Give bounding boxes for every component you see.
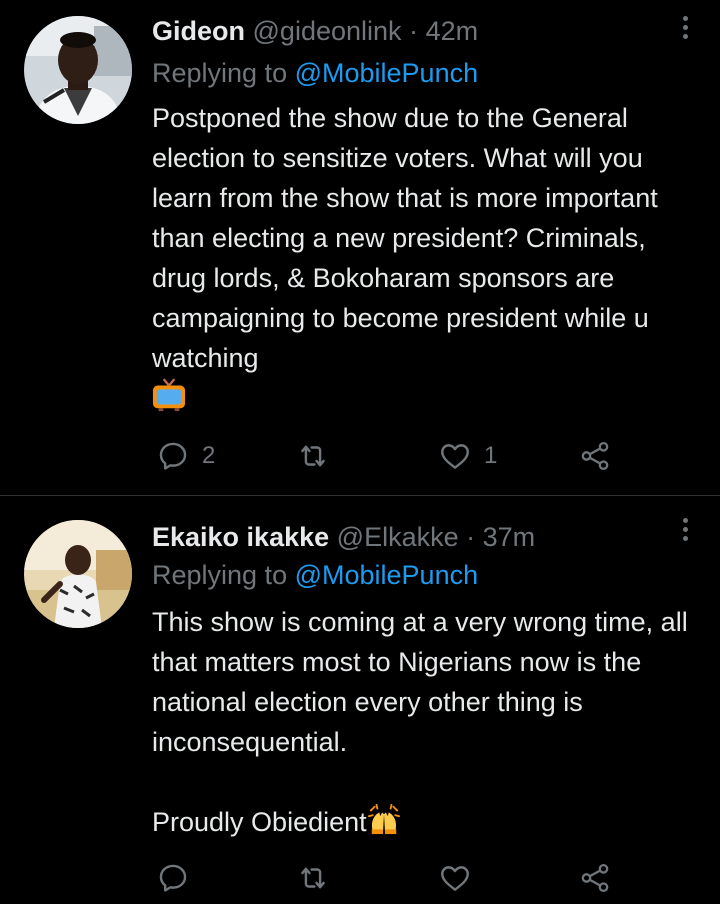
like-count: 1 [484,442,498,469]
more-icon[interactable] [680,16,690,46]
tweet-actions: 2 1 [152,436,652,476]
separator: · [466,522,476,552]
replying-to: Replying to @MobilePunch [152,56,478,90]
reply-count: 2 [202,442,216,469]
tweet-header: Gideon @gideonlink · 42m [152,14,660,48]
avatar-image [24,16,132,124]
replying-to: Replying to @MobilePunch [152,558,478,592]
reply-icon [159,442,187,470]
retweet-icon [301,867,325,889]
user-handle[interactable]: @Elkakke [337,522,459,552]
television-icon [152,378,186,423]
avatar[interactable] [24,16,132,124]
heart-icon [441,444,469,469]
like-button[interactable]: 1 [438,436,497,476]
mention-link[interactable]: @MobilePunch [295,58,479,88]
display-name[interactable]: Gideon [152,16,245,46]
heart-icon [441,866,469,891]
reply-icon [159,864,187,892]
reply-button[interactable]: 2 [156,436,215,476]
tweet-actions [152,858,652,898]
share-button[interactable] [578,436,612,476]
separator: · [409,16,419,46]
tweet-text: Postponed the show due to the General el… [152,98,702,423]
share-icon [581,863,609,893]
timestamp[interactable]: 37m [483,522,536,552]
share-button[interactable] [578,858,612,898]
tweet-text: This show is coming at a very wrong time… [152,602,702,846]
raising-hands-icon [367,803,401,846]
replying-prefix: Replying to [152,58,295,88]
replying-prefix: Replying to [152,560,295,590]
tweet[interactable]: Ekaiko ikakke @Elkakke · 37m Replying to… [0,496,720,904]
retweet-button[interactable] [296,436,342,476]
timestamp[interactable]: 42m [426,16,479,46]
retweet-button[interactable] [296,858,342,898]
like-button[interactable] [438,858,484,898]
tweet-text-content: This show is coming at a very wrong time… [152,607,688,837]
avatar[interactable] [24,520,132,628]
mention-link[interactable]: @MobilePunch [295,560,479,590]
share-icon [581,441,609,471]
avatar-image [24,520,132,628]
tweet-header: Ekaiko ikakke @Elkakke · 37m [152,520,660,554]
reply-button[interactable] [156,858,202,898]
retweet-icon [301,445,325,467]
user-handle[interactable]: @gideonlink [253,16,402,46]
tweet[interactable]: Gideon @gideonlink · 42m Replying to @Mo… [0,0,720,495]
display-name[interactable]: Ekaiko ikakke [152,522,329,552]
tweet-text-content: Postponed the show due to the General el… [152,103,666,373]
more-icon[interactable] [680,518,690,548]
